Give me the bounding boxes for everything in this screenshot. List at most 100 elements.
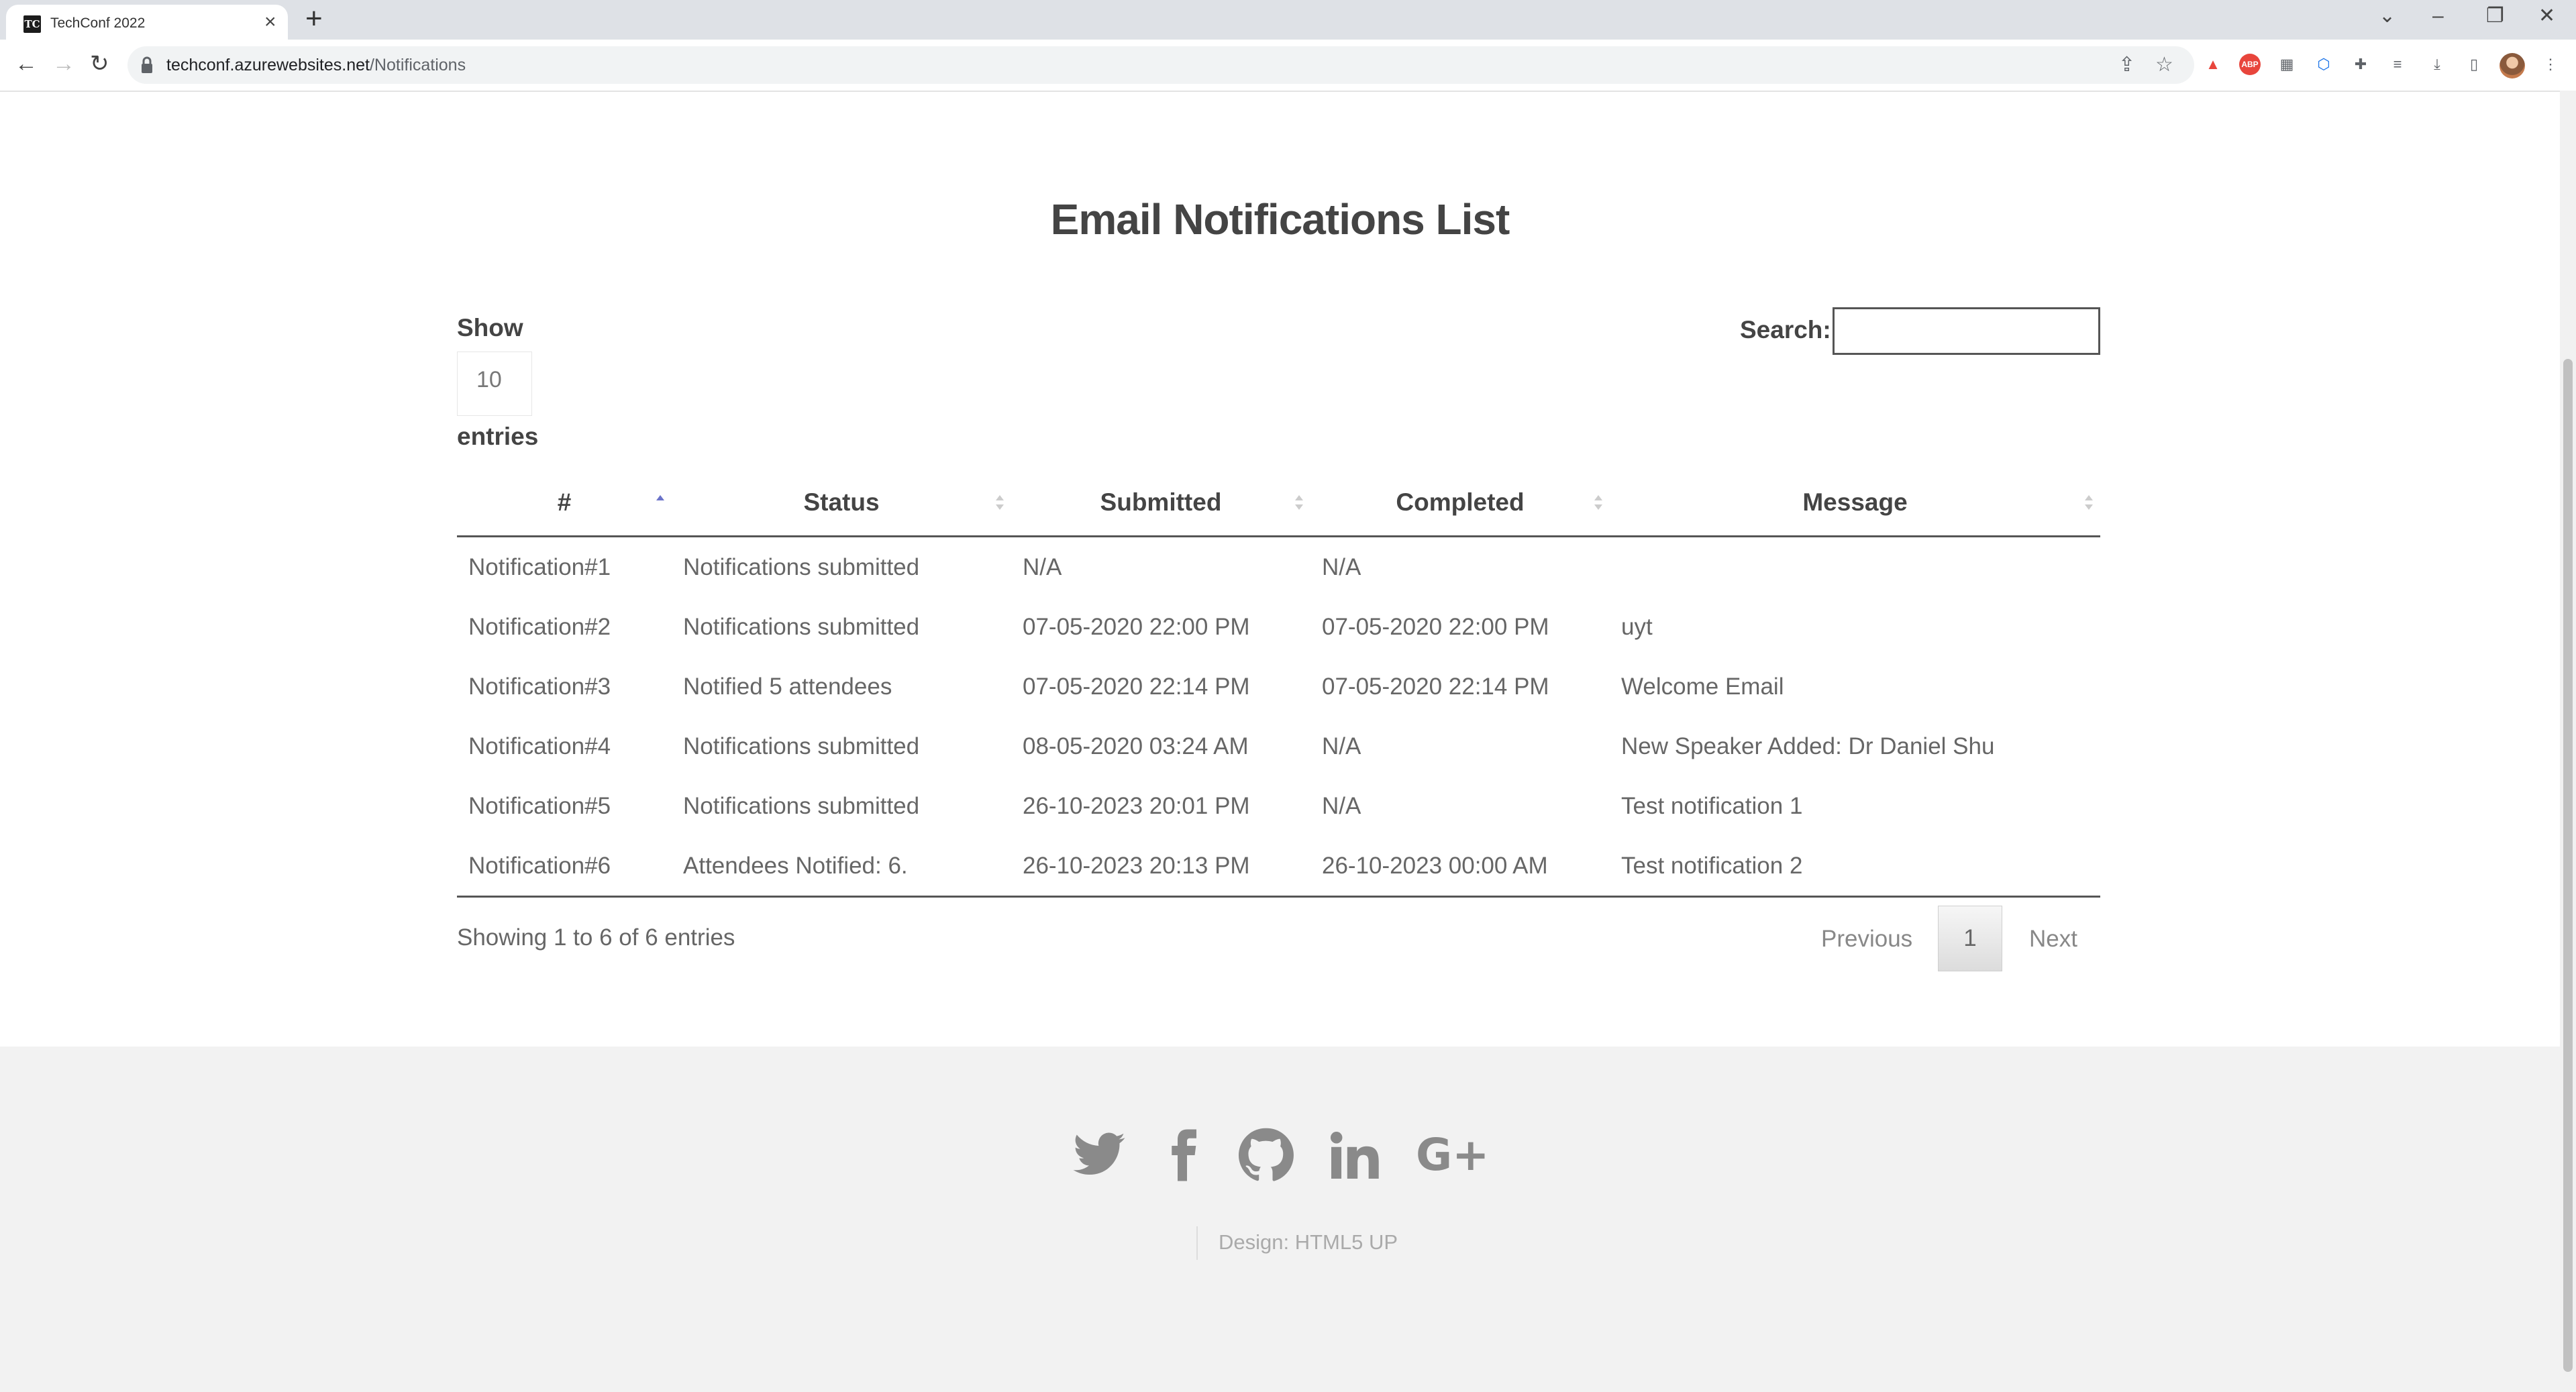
share-icon[interactable]: ⇪ [2118, 54, 2135, 76]
cell-id: Notification#1 [468, 553, 611, 580]
url-host: techconf.azurewebsites.net [166, 56, 370, 74]
download-icon[interactable]: ⤓ [2426, 54, 2448, 75]
entries-length-select[interactable]: 10 [457, 352, 532, 416]
column-header-label: Completed [1396, 488, 1525, 516]
table-row: Notification#4 Notifications submitted 0… [457, 716, 2100, 776]
cell-status: Notifications submitted [683, 613, 920, 640]
extensions-puzzle-icon[interactable]: ✚ [2350, 54, 2371, 75]
cell-id: Notification#4 [468, 733, 611, 759]
cell-message: Welcome Email [1621, 673, 1784, 700]
column-header-label: # [557, 488, 572, 516]
reading-list-icon[interactable]: ≡ [2387, 54, 2408, 75]
column-header-label: Message [1802, 488, 1908, 516]
browser-tab[interactable]: TC TechConf 2022 × [6, 5, 288, 40]
cell-completed: N/A [1322, 553, 1361, 580]
profile-avatar[interactable] [2500, 53, 2525, 78]
cell-message [1610, 537, 2100, 598]
cell-submitted: N/A [1023, 553, 1062, 580]
scrollbar-thumb[interactable] [2563, 359, 2573, 1372]
hexagon-extension-icon[interactable]: ⬡ [2313, 54, 2334, 75]
cell-status: Notifications submitted [683, 733, 920, 759]
linkedin-icon[interactable] [1327, 1127, 1383, 1183]
cell-message: Test notification 2 [1610, 836, 2100, 898]
browser-toolbar: ← → ↻ techconf.azurewebsites.net/Notific… [0, 40, 2576, 92]
entries-label: entries [457, 423, 539, 450]
sort-both-icon [1294, 495, 1303, 510]
table-header-row: # Status Submitted Completed Message [457, 470, 2100, 537]
url-path: /Notifications [369, 56, 466, 74]
google-plus-icon[interactable]: G+ [1416, 1127, 1489, 1183]
github-icon[interactable] [1237, 1127, 1294, 1183]
url-text: techconf.azurewebsites.net/Notifications [166, 56, 466, 75]
table-row: Notification#2 Notifications submitted 0… [457, 597, 2100, 657]
credit-divider [1196, 1226, 1198, 1260]
sort-both-icon [995, 495, 1004, 510]
pagination-page-button[interactable]: 1 [1938, 906, 2002, 971]
cell-submitted: 08-05-2020 03:24 AM [1023, 733, 1249, 759]
pagination-previous-button[interactable]: Previous [1821, 926, 1912, 953]
cell-status: Notifications submitted [683, 553, 920, 580]
tab-title: TechConf 2022 [50, 15, 146, 31]
cell-id: Notification#6 [457, 836, 672, 898]
page-scrollbar[interactable] [2560, 91, 2576, 1392]
menu-kebab-icon[interactable]: ⋮ [2540, 54, 2561, 75]
cell-message: New Speaker Added: Dr Daniel Shu [1621, 733, 1995, 759]
search-input[interactable] [1833, 307, 2100, 355]
minimize-icon[interactable]: – [2432, 3, 2444, 30]
twitter-icon[interactable] [1071, 1127, 1127, 1183]
tab-close-icon[interactable]: × [264, 12, 276, 32]
search-label: Search: [1740, 316, 1831, 343]
lock-icon [142, 56, 152, 73]
bookmark-star-icon[interactable]: ☆ [2155, 54, 2173, 76]
column-header-message[interactable]: Message [1610, 470, 2100, 537]
cell-completed: N/A [1322, 733, 1361, 759]
cell-id: Notification#5 [468, 792, 611, 819]
adblock-icon[interactable]: ABP [2239, 54, 2261, 75]
pagination-next-button[interactable]: Next [2029, 926, 2077, 953]
cell-completed: 07-05-2020 22:00 PM [1322, 613, 1549, 640]
column-header-status[interactable]: Status [672, 470, 1011, 537]
restore-icon[interactable]: ❐ [2486, 3, 2504, 30]
notifications-table: # Status Submitted Completed Message Not… [457, 470, 2100, 898]
cell-message: Test notification 1 [1621, 792, 1803, 819]
column-header-label: Submitted [1100, 488, 1222, 516]
reload-icon[interactable]: ↻ [90, 49, 109, 78]
cell-submitted: 26-10-2023 20:13 PM [1011, 836, 1310, 898]
sort-both-icon [1594, 495, 1602, 510]
cell-id: Notification#3 [468, 673, 611, 700]
table-row: Notification#5 Notifications submitted 2… [457, 776, 2100, 836]
tab-search-chevron-icon[interactable]: ⌄ [2379, 3, 2395, 30]
browser-tab-strip: TC TechConf 2022 × + ⌄ – ❐ ✕ [0, 0, 2576, 40]
cell-completed: 07-05-2020 22:14 PM [1322, 673, 1549, 700]
table-info: Showing 1 to 6 of 6 entries [457, 924, 735, 951]
cell-message: uyt [1621, 613, 1653, 640]
cell-id: Notification#2 [468, 613, 611, 640]
cell-submitted: 07-05-2020 22:00 PM [1023, 613, 1250, 640]
address-bar[interactable]: techconf.azurewebsites.net/Notifications… [127, 46, 2194, 84]
cell-status: Notifications submitted [683, 792, 920, 819]
site-footer: G+ Design: HTML5 UP [0, 1047, 2560, 1392]
cell-submitted: 07-05-2020 22:14 PM [1023, 673, 1250, 700]
sort-both-icon [2084, 495, 2093, 510]
cell-submitted: 26-10-2023 20:01 PM [1023, 792, 1250, 819]
qr-extension-icon[interactable]: ▦ [2276, 54, 2298, 75]
extension-alert-icon[interactable]: ▲ [2202, 54, 2224, 75]
cell-status: Notified 5 attendees [683, 673, 892, 700]
back-icon[interactable]: ← [15, 49, 38, 78]
show-label: Show [457, 314, 523, 341]
table-row: Notification#3 Notified 5 attendees 07-0… [457, 657, 2100, 716]
cell-status: Attendees Notified: 6. [672, 836, 1011, 898]
side-panel-icon[interactable]: ▯ [2463, 54, 2485, 75]
new-tab-icon[interactable]: + [305, 4, 323, 34]
cell-completed: 26-10-2023 00:00 AM [1310, 836, 1610, 898]
forward-icon[interactable]: → [52, 49, 75, 78]
column-header-submitted[interactable]: Submitted [1011, 470, 1310, 537]
techconf-favicon-icon: TC [23, 15, 41, 33]
column-header-id[interactable]: # [457, 470, 672, 537]
footer-credit[interactable]: Design: HTML5 UP [1219, 1230, 1398, 1254]
table-row: Notification#1 Notifications submitted N… [457, 537, 2100, 598]
column-header-completed[interactable]: Completed [1310, 470, 1610, 537]
close-window-icon[interactable]: ✕ [2538, 3, 2555, 30]
facebook-icon[interactable] [1154, 1127, 1210, 1183]
cell-completed: N/A [1322, 792, 1361, 819]
